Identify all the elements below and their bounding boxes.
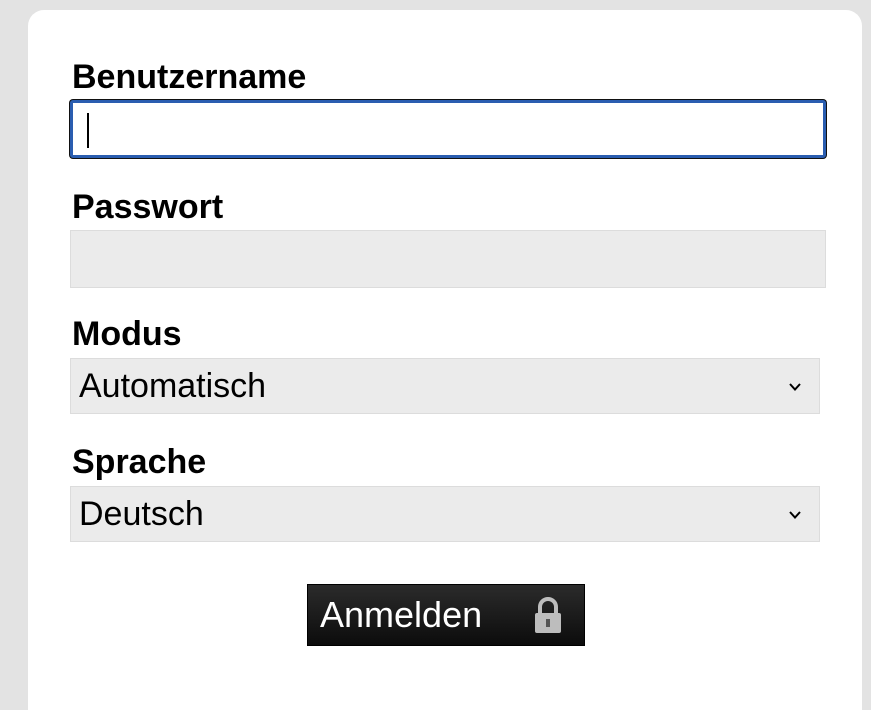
- login-button-label: Anmelden: [320, 594, 483, 635]
- text-caret: [87, 113, 89, 148]
- username-input[interactable]: [70, 100, 826, 158]
- mode-label: Modus: [72, 315, 182, 353]
- mode-select[interactable]: Automatisch: [70, 358, 820, 414]
- language-label: Sprache: [72, 443, 207, 481]
- language-select-value: Deutsch: [79, 495, 204, 533]
- chevron-down-icon: [789, 383, 801, 391]
- login-button[interactable]: Anmelden: [307, 584, 585, 646]
- language-select[interactable]: Deutsch: [70, 486, 820, 542]
- username-label: Benutzername: [72, 58, 307, 96]
- mode-select-value: Automatisch: [79, 367, 267, 405]
- chevron-down-icon: [789, 511, 801, 519]
- lock-icon: [535, 597, 561, 633]
- password-label: Passwort: [72, 188, 224, 226]
- password-input[interactable]: [70, 230, 826, 288]
